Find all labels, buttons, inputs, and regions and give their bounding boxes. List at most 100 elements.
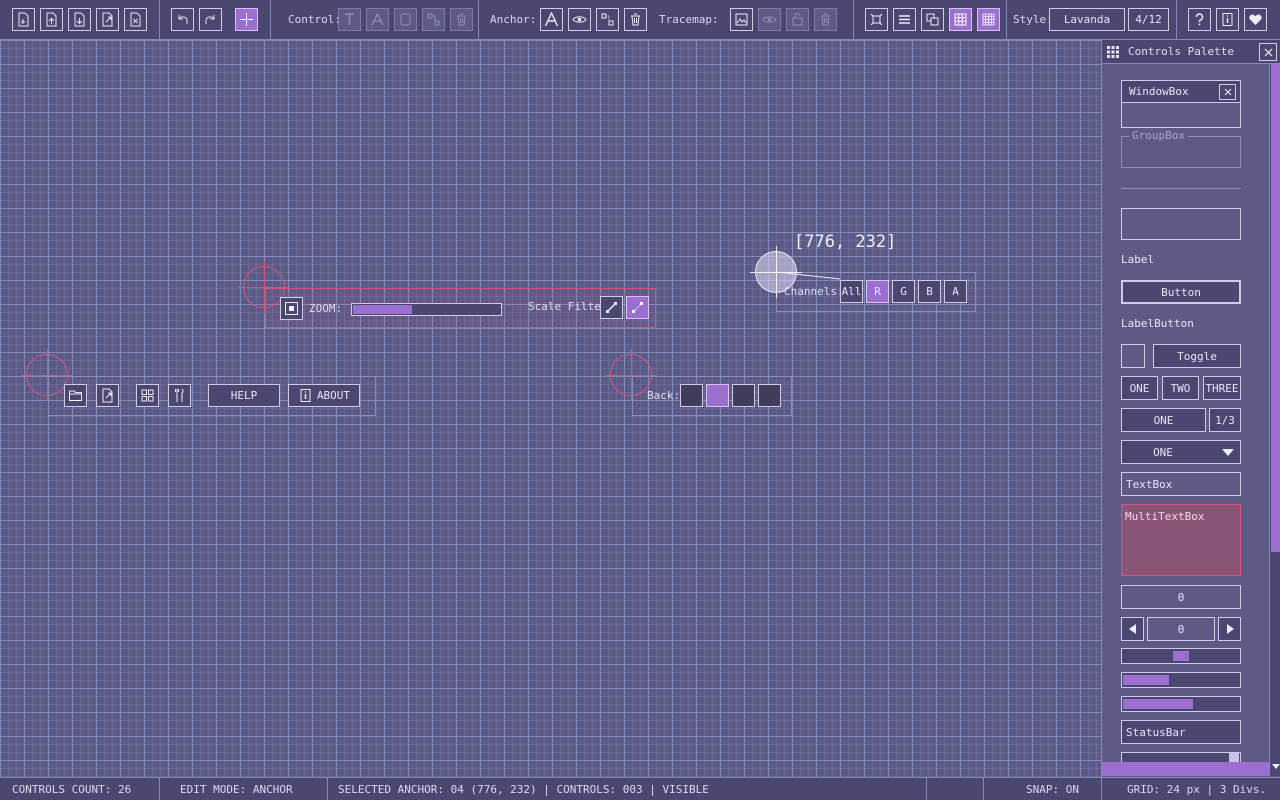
eye-icon xyxy=(572,16,587,23)
redo-button[interactable] xyxy=(199,8,222,31)
tools-button[interactable] xyxy=(168,384,191,407)
grid-icon xyxy=(954,13,967,26)
eye-icon xyxy=(762,16,777,23)
palette-vertical-scrollbar[interactable] xyxy=(1269,64,1280,776)
palette-close-button[interactable] xyxy=(1259,43,1277,61)
style-selector[interactable]: Lavanda xyxy=(1049,8,1125,31)
anchor-link-button[interactable] xyxy=(596,8,619,31)
save-file-button[interactable] xyxy=(68,8,91,31)
anchor-delete-button[interactable] xyxy=(624,8,647,31)
tracemap-lock-button[interactable] xyxy=(786,8,809,31)
grid-toggle-button[interactable] xyxy=(949,8,972,31)
chevron-down-icon xyxy=(1271,764,1280,769)
close-file-icon xyxy=(130,12,141,27)
export-file-icon xyxy=(102,388,113,403)
palette-combobox[interactable]: ONE xyxy=(1121,408,1206,432)
close-icon xyxy=(1264,48,1272,56)
close-file-button[interactable] xyxy=(124,8,147,31)
palette-togglegroup-three[interactable]: THREE xyxy=(1203,376,1241,400)
help-button[interactable]: HELP xyxy=(208,384,280,407)
control-link-button[interactable] xyxy=(422,8,445,31)
status-snap: SNAP: ON xyxy=(984,778,1102,800)
vertical-scroll-thumb[interactable] xyxy=(1271,64,1280,552)
palette-panel[interactable] xyxy=(1121,208,1241,240)
palette-labelbutton[interactable]: LabelButton xyxy=(1121,317,1194,330)
open-folder-button[interactable] xyxy=(64,384,87,407)
layers-button[interactable] xyxy=(921,8,944,31)
tracemap-visibility-button[interactable] xyxy=(758,8,781,31)
channel-button-a[interactable]: A xyxy=(944,280,967,303)
anchor-visibility-button[interactable] xyxy=(568,8,591,31)
channel-button-all[interactable]: All xyxy=(840,280,863,303)
slider-thumb[interactable] xyxy=(1173,651,1189,661)
zoom-fit-button[interactable] xyxy=(280,297,303,320)
palette-togglegroup-two[interactable]: TWO xyxy=(1162,376,1199,400)
tracemap-label: Tracemap: xyxy=(659,13,719,26)
export-file-button[interactable] xyxy=(96,8,119,31)
palette-textbox[interactable]: TextBox xyxy=(1121,472,1241,496)
control-text-button[interactable] xyxy=(338,8,361,31)
main-toolbar: Control: Anchor: Tracemap: Style: Lavand… xyxy=(0,0,1280,40)
palette-button[interactable]: Button xyxy=(1121,280,1241,304)
palette-valuebox[interactable]: 0 xyxy=(1121,585,1241,609)
palette-dropdown[interactable]: ONE xyxy=(1121,440,1241,464)
font-icon xyxy=(371,12,384,26)
scale-filter-point-button[interactable] xyxy=(600,296,623,319)
grid-handle-icon xyxy=(1107,46,1119,58)
palette-checkbox[interactable] xyxy=(1121,344,1145,368)
question-icon xyxy=(1195,13,1204,26)
back-color-light-button[interactable] xyxy=(758,384,781,407)
control-font-button[interactable] xyxy=(366,8,389,31)
tracemap-delete-button[interactable] xyxy=(814,8,837,31)
control-delete-button[interactable] xyxy=(450,8,473,31)
info-button[interactable] xyxy=(1216,8,1239,31)
status-empty xyxy=(927,778,984,800)
new-file-button[interactable] xyxy=(12,8,35,31)
anchor-font-button[interactable] xyxy=(540,8,563,31)
status-bar: CONTROLS COUNT: 26 EDIT MODE: ANCHOR SEL… xyxy=(0,777,1280,800)
back-label: Back: xyxy=(647,389,681,402)
fullscreen-button[interactable] xyxy=(865,8,888,31)
palette-multitextbox[interactable]: MultiTextBox xyxy=(1121,504,1241,576)
spinner-decrement-button[interactable] xyxy=(1121,617,1144,641)
list-view-button[interactable] xyxy=(893,8,916,31)
tracemap-load-button[interactable] xyxy=(730,8,753,31)
back-color-dark-button[interactable] xyxy=(680,384,703,407)
back-color-accent-button[interactable] xyxy=(706,384,729,407)
palette-combobox-counter[interactable]: 1/3 xyxy=(1209,408,1241,432)
scroll-down-button[interactable] xyxy=(1271,761,1280,773)
layers-icon xyxy=(926,13,939,26)
palette-windowbox[interactable]: WindowBox xyxy=(1121,80,1241,128)
undo-button[interactable] xyxy=(171,8,194,31)
palette-title-bar[interactable]: Controls Palette xyxy=(1102,40,1280,64)
spinner-increment-button[interactable] xyxy=(1218,617,1241,641)
layout-grid-button[interactable] xyxy=(136,384,159,407)
help-button[interactable] xyxy=(1188,8,1211,31)
load-file-icon xyxy=(46,12,57,27)
palette-spinner-value[interactable]: 0 xyxy=(1147,617,1215,641)
trash-icon xyxy=(457,13,466,26)
control-shape-button[interactable] xyxy=(394,8,417,31)
palette-toggle[interactable]: Toggle xyxy=(1153,344,1241,368)
channel-button-g[interactable]: G xyxy=(892,280,915,303)
palette-line xyxy=(1121,188,1241,189)
palette-horizontal-scrollbar[interactable] xyxy=(1102,762,1269,776)
scale-filter-bilinear-button[interactable] xyxy=(626,296,649,319)
info-icon xyxy=(1222,13,1233,26)
palette-slider[interactable] xyxy=(1121,648,1241,664)
channel-button-r[interactable]: R xyxy=(866,280,889,303)
select-mode-button[interactable] xyxy=(235,8,258,31)
export-button[interactable] xyxy=(96,384,119,407)
load-file-button[interactable] xyxy=(40,8,63,31)
windowbox-close-button[interactable] xyxy=(1219,84,1236,100)
channel-button-b[interactable]: B xyxy=(918,280,941,303)
grid-fine-toggle-button[interactable] xyxy=(977,8,1000,31)
palette-togglegroup-one[interactable]: ONE xyxy=(1121,376,1158,400)
back-color-mid-button[interactable] xyxy=(732,384,755,407)
image-icon xyxy=(735,13,748,26)
sponsor-button[interactable] xyxy=(1244,8,1267,31)
zoom-slider[interactable] xyxy=(351,303,502,316)
style-index[interactable]: 4/12 xyxy=(1128,8,1169,31)
palette-sliderbar[interactable] xyxy=(1121,672,1241,688)
about-button[interactable]: ABOUT xyxy=(288,384,360,407)
